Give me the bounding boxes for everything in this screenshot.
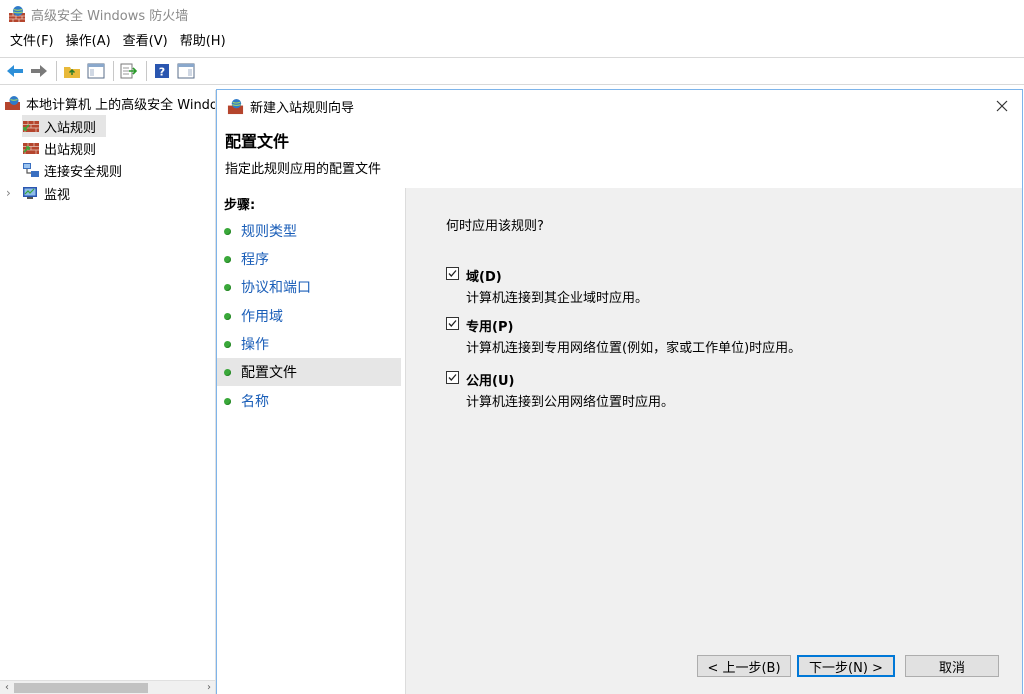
tree-item-label: 连接安全规则 [44,164,123,180]
page-subtitle: 指定此规则应用的配置文件 [225,162,382,177]
back-button[interactable]: < 上一步(B) [697,655,791,677]
tree-item-label: 出站规则 [44,142,97,158]
private-description: 计算机连接到专用网络位置(例如，家或工作单位)时应用。 [466,341,802,356]
inbound-rules-icon [23,121,39,132]
step-label: 程序 [241,252,269,268]
tree-item-label: 监视 [44,187,71,203]
up-folder-icon[interactable] [61,60,83,82]
scroll-left-icon[interactable]: ‹ [0,681,14,694]
private-label[interactable]: 专用(P) [466,316,513,335]
scrollbar-thumb[interactable] [14,683,148,693]
step-dot-icon [224,397,231,405]
domain-label[interactable]: 域(D) [466,266,502,285]
scroll-right-icon[interactable]: › [202,681,215,694]
close-icon[interactable] [992,96,1012,116]
step-action[interactable]: 操作 [217,330,401,358]
step-scope[interactable]: 作用域 [217,302,401,330]
step-dot-icon [224,340,231,348]
toolbar-separator [56,61,57,81]
step-dot-icon [224,283,231,291]
tree-item-label: 入站规则 [44,120,97,136]
wizard-titlebar: 新建入站规则向导 [217,90,1022,122]
tree-root-label: 本地计算机 上的高级安全 Windows 防火墙 [26,97,215,113]
step-dot-icon [224,227,231,235]
cancel-button[interactable]: 取消 [905,655,999,677]
toolbar-separator [146,61,147,81]
tree-item-monitoring[interactable]: › 监视 [6,182,70,204]
step-program[interactable]: 程序 [217,245,401,273]
tree-item-inbound-rules[interactable]: 入站规则 [22,115,106,137]
menu-action[interactable]: 操作(A) [60,31,117,53]
forward-icon[interactable] [28,60,50,82]
step-dot-icon [224,255,231,263]
step-label: 协议和端口 [241,280,311,296]
svg-text:?: ? [159,66,165,79]
window-titlebar: 高级安全 Windows 防火墙 [0,0,1024,28]
next-button[interactable]: 下一步(N) > [797,655,895,677]
step-rule-type[interactable]: 规则类型 [217,217,401,245]
tree-item-outbound-rules[interactable]: 出站规则 [22,137,96,159]
console-tree: 本地计算机 上的高级安全 Windows 防火墙 入站规则 出站规则 连接安全规… [0,90,216,694]
public-label[interactable]: 公用(U) [466,370,514,389]
help-icon[interactable]: ? [151,60,173,82]
show-hide-console-tree-icon[interactable] [85,60,107,82]
wizard-header: 配置文件 指定此规则应用的配置文件 [217,122,1022,184]
steps-label: 步骤: [224,198,256,213]
step-profile: 配置文件 [217,358,401,386]
step-dot-icon [224,368,231,376]
firewall-icon [5,96,20,110]
tree-horizontal-scrollbar[interactable]: ‹ › [0,680,215,694]
menubar: 文件(F) 操作(A) 查看(V) 帮助(H) [0,31,1024,53]
domain-description: 计算机连接到其企业域时应用。 [466,291,649,306]
firewall-app-icon [9,6,25,22]
step-label: 规则类型 [241,224,297,240]
connection-security-icon [23,163,39,177]
export-list-icon[interactable] [118,60,140,82]
tree-root[interactable]: 本地计算机 上的高级安全 Windows 防火墙 [4,92,215,114]
step-dot-icon [224,312,231,320]
outbound-rules-icon [23,143,39,154]
step-name[interactable]: 名称 [217,387,401,415]
new-inbound-rule-wizard: 新建入站规则向导 配置文件 指定此规则应用的配置文件 步骤: 规则类型 程序 协… [216,89,1023,694]
tree-item-connection-security-rules[interactable]: 连接安全规则 [22,159,122,181]
public-checkbox[interactable] [446,371,459,384]
menu-file[interactable]: 文件(F) [4,31,60,53]
page-title: 配置文件 [225,132,290,151]
menu-view[interactable]: 查看(V) [117,31,174,53]
private-checkbox[interactable] [446,317,459,330]
public-description: 计算机连接到公用网络位置时应用。 [466,395,675,410]
steps-pane: 步骤: 规则类型 程序 协议和端口 作用域 操作 配置文件 名称 [217,188,405,694]
monitoring-icon [23,187,37,199]
step-label: 操作 [241,337,269,353]
chevron-right-icon[interactable]: › [6,186,18,200]
wizard-title: 新建入站规则向导 [250,100,355,116]
step-label: 配置文件 [241,365,297,381]
domain-checkbox[interactable] [446,267,459,280]
toolbar: ? [0,57,1024,85]
toolbar-separator [113,61,114,81]
window-title: 高级安全 Windows 防火墙 [31,8,189,24]
back-icon[interactable] [4,60,26,82]
step-protocol-and-ports[interactable]: 协议和端口 [217,273,401,301]
show-hide-action-pane-icon[interactable] [175,60,197,82]
step-label: 作用域 [241,309,283,325]
menu-help[interactable]: 帮助(H) [174,31,232,53]
firewall-app-icon [227,98,244,114]
wizard-content: 何时应用该规则? 域(D) 计算机连接到其企业域时应用。 专用(P) 计算机连接… [405,188,1022,694]
step-label: 名称 [241,394,269,410]
question-text: 何时应用该规则? [446,219,544,234]
